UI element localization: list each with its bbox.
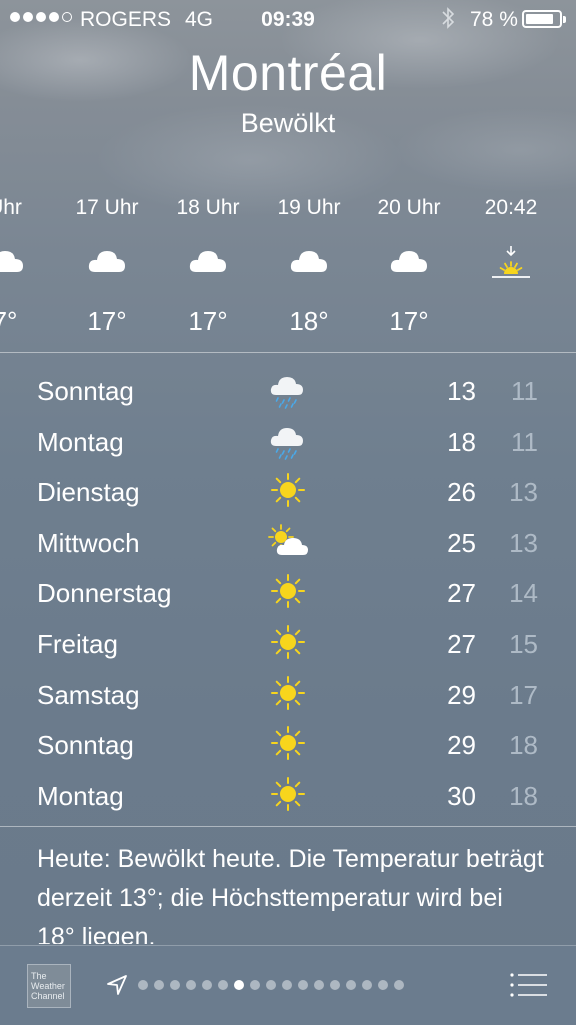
- forecast-summary: Heute: Bewölkt heute. Die Temperatur bet…: [37, 845, 544, 944]
- rain-icon: [266, 420, 310, 460]
- hour-time: 17 Uhr: [75, 196, 139, 219]
- day-name: Donnerstag: [37, 578, 172, 609]
- day-name: Mittwoch: [37, 527, 140, 558]
- hour-temp: 18°: [289, 306, 329, 336]
- status-bar: ROGERS 4G 09:39 78 %: [0, 0, 576, 40]
- bottom-toolbar: The Weather Channel: [0, 945, 576, 1025]
- page-dot[interactable]: [154, 980, 164, 990]
- sun-icon: [266, 622, 310, 662]
- low-temp: 13: [509, 477, 538, 508]
- page-dot[interactable]: [282, 980, 292, 990]
- hour-temp: 17°: [87, 306, 127, 336]
- hour-time: 20:42: [484, 196, 538, 219]
- low-temp: 13: [509, 527, 538, 558]
- hour-time: Uhr: [0, 196, 22, 219]
- page-dot[interactable]: [186, 980, 196, 990]
- hour-temp: 17°: [389, 306, 429, 336]
- page-dot[interactable]: [394, 980, 404, 990]
- page-dot[interactable]: [378, 980, 388, 990]
- daily-row: Samstag 29 17: [0, 671, 576, 721]
- list-icon[interactable]: [509, 972, 549, 998]
- sun-icon: [266, 571, 310, 611]
- cloud-icon: [87, 246, 127, 278]
- rain-icon: [266, 369, 310, 409]
- low-temp: 17: [509, 679, 538, 710]
- high-temp: 18: [447, 426, 476, 457]
- sunset-icon: [491, 246, 531, 278]
- hourly-forecast[interactable]: Uhr 7° 17 Uhr 17° 18 Uhr 17° 19 Uhr 18° 20 U…: [0, 190, 576, 352]
- page-dot[interactable]: [362, 980, 372, 990]
- day-name: Samstag: [37, 679, 140, 710]
- sun-icon: [266, 470, 310, 510]
- daily-row: Montag 18 11: [0, 418, 576, 468]
- battery-icon: [522, 10, 566, 28]
- hour-temp: 7°: [0, 306, 18, 336]
- sun-icon: [266, 774, 310, 814]
- low-temp: 15: [509, 629, 538, 659]
- high-temp: 29: [447, 730, 476, 761]
- page-dot[interactable]: [138, 980, 148, 990]
- page-dot[interactable]: [330, 980, 340, 990]
- low-temp: 14: [509, 578, 538, 609]
- page-dot[interactable]: [202, 980, 212, 990]
- daily-row: Montag 30 18: [0, 772, 576, 822]
- page-dot[interactable]: [218, 980, 228, 990]
- current-condition: Bewölkt: [240, 108, 336, 138]
- city-name: Montréal: [188, 45, 388, 101]
- page-dot[interactable]: [170, 980, 180, 990]
- page-dot[interactable]: [346, 980, 356, 990]
- daily-row: Freitag 27 15: [0, 620, 576, 670]
- day-name: Montag: [37, 780, 124, 811]
- daily-row: Sonntag 13 11: [0, 367, 576, 417]
- day-name: Sonntag: [37, 376, 134, 406]
- page-dot[interactable]: [250, 980, 260, 990]
- divider: [0, 826, 576, 827]
- day-name: Montag: [37, 426, 124, 457]
- day-name: Freitag: [37, 629, 118, 659]
- hour-time: 19 Uhr: [277, 196, 341, 219]
- low-temp: 18: [509, 780, 538, 811]
- high-temp: 29: [447, 679, 476, 710]
- daily-row: Sonntag 29 18: [0, 721, 576, 771]
- page-dot[interactable]: [234, 980, 244, 990]
- partly-cloudy-icon: [266, 521, 310, 561]
- cloud-icon: [389, 246, 429, 278]
- high-temp: 13: [447, 376, 476, 406]
- divider: [0, 352, 576, 353]
- high-temp: 25: [447, 527, 476, 558]
- daily-row: Dienstag 26 13: [0, 468, 576, 518]
- location-arrow-icon[interactable]: [106, 974, 128, 996]
- low-temp: 11: [511, 426, 538, 457]
- page-dot[interactable]: [314, 980, 324, 990]
- high-temp: 27: [447, 578, 476, 609]
- high-temp: 27: [447, 629, 476, 659]
- sun-icon: [266, 723, 310, 763]
- day-name: Dienstag: [37, 477, 140, 508]
- day-name: Sonntag: [37, 730, 134, 761]
- high-temp: 26: [447, 477, 476, 508]
- hour-time: 18 Uhr: [176, 196, 240, 219]
- page-dot[interactable]: [298, 980, 308, 990]
- low-temp: 11: [511, 376, 538, 406]
- hour-time: 20 Uhr: [377, 196, 441, 219]
- low-temp: 18: [509, 730, 538, 761]
- bluetooth-icon: [440, 6, 456, 36]
- cloud-icon: [0, 246, 25, 278]
- page-indicator[interactable]: [138, 980, 404, 990]
- page-dot[interactable]: [266, 980, 276, 990]
- cloud-icon: [188, 246, 228, 278]
- hour-temp: 17°: [188, 306, 228, 336]
- sun-icon: [266, 673, 310, 713]
- weather-channel-logo[interactable]: The Weather Channel: [27, 964, 71, 1008]
- daily-row: Mittwoch 25 13: [0, 519, 576, 569]
- high-temp: 30: [447, 780, 476, 811]
- daily-row: Donnerstag 27 14: [0, 569, 576, 619]
- battery-percentage: 78 %: [470, 8, 518, 31]
- cloud-icon: [289, 246, 329, 278]
